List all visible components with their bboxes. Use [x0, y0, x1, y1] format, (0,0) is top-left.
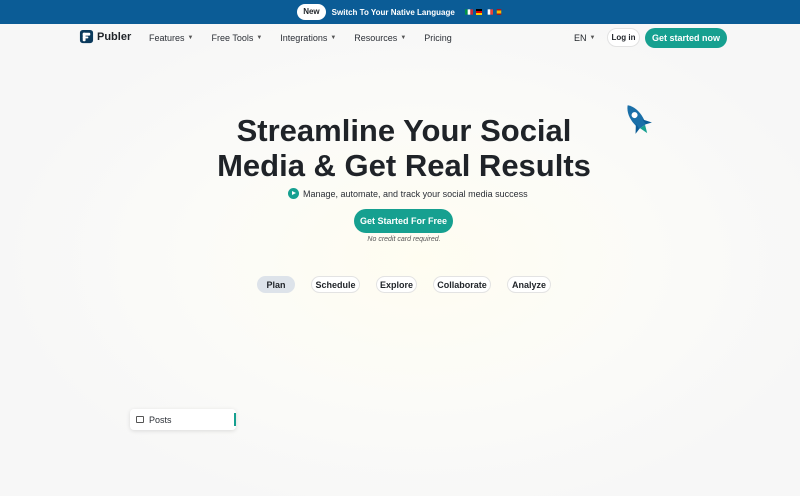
- chevron-down-icon: ▼: [330, 35, 337, 41]
- hero-subtitle[interactable]: Manage, automate, and track your social …: [288, 188, 528, 199]
- tab-plan[interactable]: Plan: [257, 276, 295, 293]
- menu-item-free-tools[interactable]: Free Tools ▼: [211, 33, 262, 43]
- top-nav: Publer Features ▼ Free Tools ▼ Integrati…: [0, 24, 800, 52]
- no-credit-card-note: No credit card required.: [367, 236, 441, 243]
- tab-collaborate[interactable]: Collaborate: [433, 276, 491, 293]
- flag-it-icon: [464, 9, 473, 15]
- tab-explore[interactable]: Explore: [376, 276, 417, 293]
- promo-text[interactable]: Switch To Your Native Language: [332, 8, 455, 17]
- get-started-now-button[interactable]: Get started now: [645, 28, 727, 48]
- login-button[interactable]: Log in: [607, 28, 640, 47]
- subtitle-text: Manage, automate, and track your social …: [303, 188, 528, 199]
- menu-label: Free Tools: [211, 33, 254, 43]
- chevron-down-icon: ▼: [187, 35, 194, 41]
- publer-logo-icon: [79, 29, 94, 44]
- posts-icon: [136, 416, 144, 423]
- menu-label: Integrations: [280, 33, 328, 43]
- chevron-down-icon: ▼: [400, 35, 407, 41]
- flag-de-icon: [475, 9, 482, 15]
- hero-title: Streamline Your Social Media & Get Real …: [217, 113, 591, 183]
- active-indicator: [234, 413, 236, 426]
- tab-analyze[interactable]: Analyze: [507, 276, 551, 293]
- menu-item-features[interactable]: Features ▼: [149, 33, 193, 43]
- flag-fr-icon: [484, 9, 493, 15]
- play-icon[interactable]: [288, 188, 299, 199]
- menu-item-integrations[interactable]: Integrations ▼: [280, 33, 336, 43]
- posts-card[interactable]: Posts: [130, 409, 236, 430]
- language-flags: [464, 9, 503, 15]
- main-menu: Features ▼ Free Tools ▼ Integrations ▼ R…: [149, 33, 452, 43]
- menu-item-resources[interactable]: Resources ▼: [354, 33, 406, 43]
- menu-label: Pricing: [424, 33, 452, 43]
- language-selector[interactable]: EN ▼: [574, 33, 595, 43]
- chevron-down-icon: ▼: [256, 35, 263, 41]
- chevron-down-icon: ▼: [589, 35, 596, 41]
- brand-name: Publer: [97, 30, 132, 43]
- rocket-icon: [627, 105, 652, 134]
- new-badge: New: [297, 4, 326, 20]
- menu-item-pricing[interactable]: Pricing: [424, 33, 452, 43]
- menu-label: Resources: [354, 33, 398, 43]
- flag-es-icon: [496, 9, 502, 15]
- menu-label: Features: [149, 33, 185, 43]
- tab-schedule[interactable]: Schedule: [311, 276, 360, 293]
- posts-label: Posts: [149, 414, 172, 425]
- brand-logo[interactable]: Publer: [79, 29, 131, 44]
- language-label: EN: [574, 33, 587, 43]
- promo-banner[interactable]: New Switch To Your Native Language: [0, 0, 800, 24]
- get-started-free-button[interactable]: Get Started For Free: [354, 209, 453, 233]
